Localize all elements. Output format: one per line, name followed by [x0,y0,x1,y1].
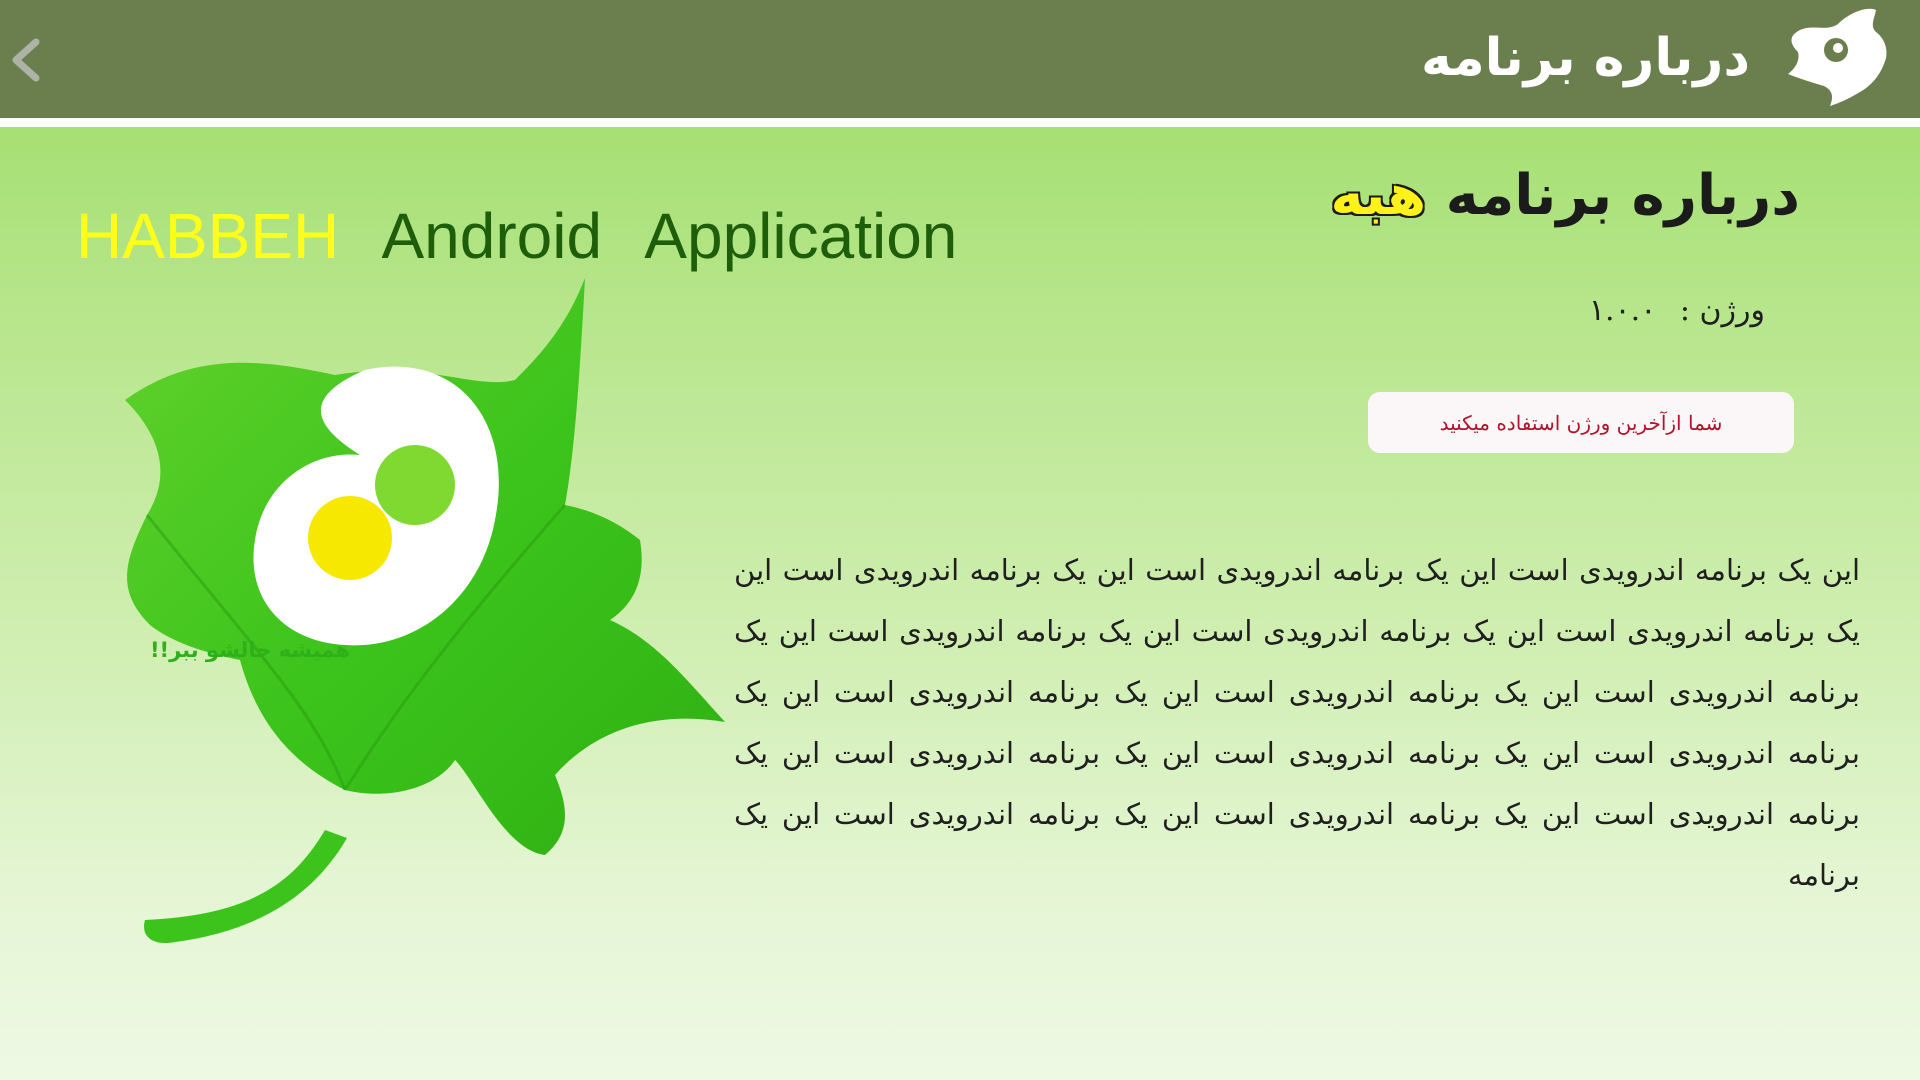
app-description: این یک برنامه اندرویدی است این یک برنامه… [734,553,1860,892]
back-button[interactable] [0,30,56,90]
version-label: ورژن : [1679,293,1765,328]
header-divider [0,118,1920,127]
update-status-badge: شما ازآخرین ورژن استفاده میکنید [1368,392,1794,453]
header-title: درباره برنامه [1420,28,1750,88]
version-value: ۱.۰.۰ [1588,293,1657,328]
app-title-brand: HABBEH [76,200,340,272]
leaf-logo-icon [95,270,735,960]
version-row: ورژن : ۱.۰.۰ [1589,286,1765,336]
app-title: HABBEH Android Application [76,196,957,276]
update-status-text: شما ازآخرین ورژن استفاده میکنید [1439,410,1723,435]
app-title-type: Application [644,200,958,272]
app-title-platform: Android [381,200,603,272]
habbeh-logo-icon [1780,2,1890,108]
about-heading-main: درباره برنامه [1445,163,1800,228]
about-heading-brand: هبه [1330,163,1427,228]
chevron-left-icon [12,38,40,82]
about-heading: درباره برنامه هبه [1330,156,1800,236]
logo-tagline: همیشه حالشو ببر!! [149,638,350,662]
